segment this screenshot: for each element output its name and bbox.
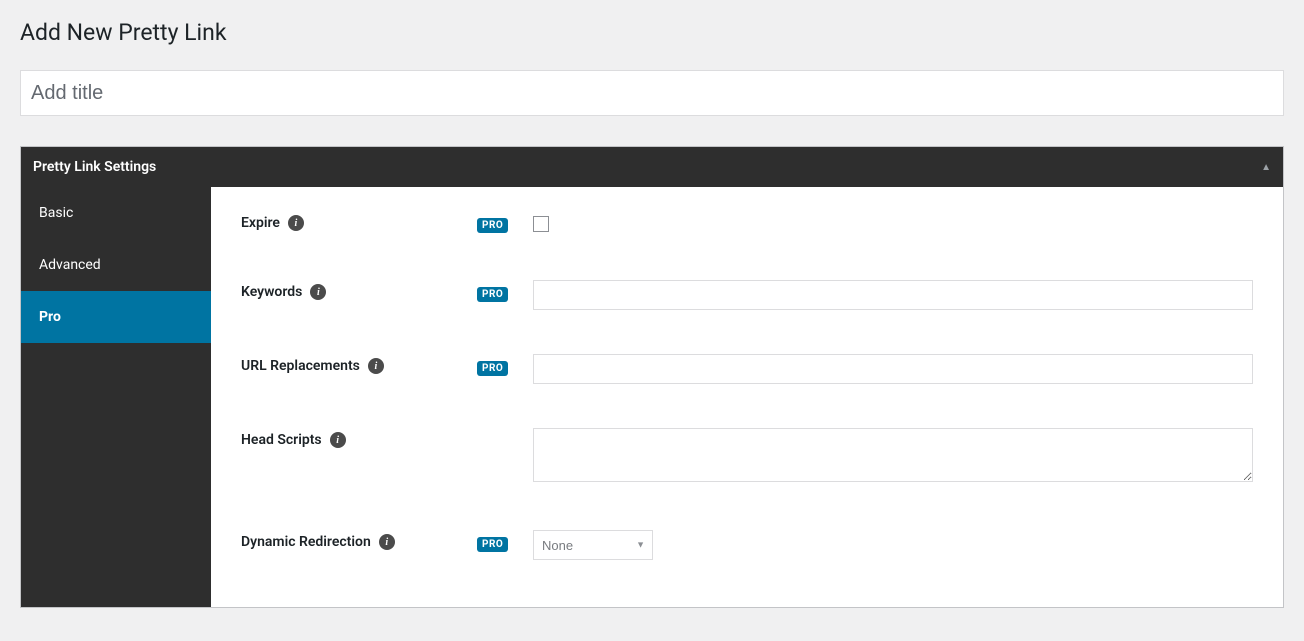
info-icon[interactable]: i [330,432,346,448]
settings-metabox: Pretty Link Settings ▲ Basic Advanced Pr… [20,146,1284,608]
pro-badge: PRO [477,287,508,302]
expire-checkbox[interactable] [533,216,549,232]
dynamic-redirection-label: Dynamic Redirection [241,534,371,550]
tab-advanced[interactable]: Advanced [21,239,211,291]
info-icon[interactable]: i [368,358,384,374]
head-scripts-textarea[interactable] [533,428,1253,482]
info-icon[interactable]: i [379,534,395,550]
collapse-icon[interactable]: ▲ [1261,162,1271,173]
keywords-input[interactable] [533,280,1253,310]
pro-badge: PRO [477,218,508,233]
tab-pro[interactable]: Pro [21,291,211,343]
row-head-scripts: Head Scripts i [241,428,1253,486]
info-icon[interactable]: i [310,284,326,300]
metabox-header: Pretty Link Settings ▲ [21,147,1283,187]
row-dynamic-redirection: Dynamic Redirection i PRO None [241,530,1253,560]
pro-badge: PRO [477,537,508,552]
pro-badge: PRO [477,361,508,376]
row-url-replacements: URL Replacements i PRO [241,354,1253,384]
url-replacements-input[interactable] [533,354,1253,384]
url-replacements-label: URL Replacements [241,358,360,374]
head-scripts-label: Head Scripts [241,432,322,448]
row-keywords: Keywords i PRO [241,280,1253,310]
keywords-label: Keywords [241,284,302,300]
tab-basic[interactable]: Basic [21,187,211,239]
page-title: Add New Pretty Link [20,10,1284,50]
settings-tabs: Basic Advanced Pro [21,187,211,607]
metabox-title: Pretty Link Settings [33,159,156,175]
row-expire: Expire i PRO [241,211,1253,236]
expire-label: Expire [241,215,280,231]
tab-content-pro: Expire i PRO Keywords i [211,187,1283,607]
info-icon[interactable]: i [288,215,304,231]
dynamic-redirection-select[interactable]: None [533,530,653,560]
title-input[interactable] [20,70,1284,116]
